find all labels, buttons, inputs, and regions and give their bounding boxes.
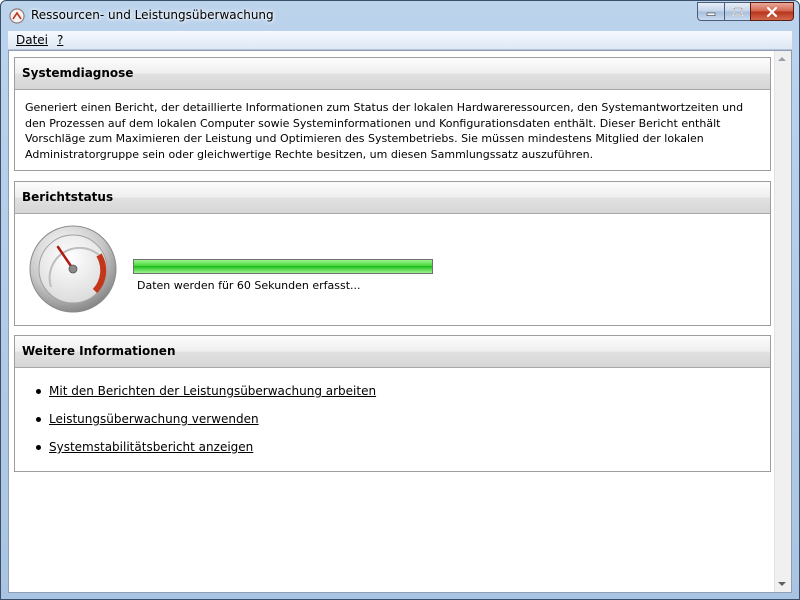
caption-buttons	[697, 2, 794, 21]
bullet	[36, 389, 41, 394]
close-button[interactable]	[750, 2, 794, 21]
report-progress-bar	[133, 259, 433, 274]
list-item: Leistungsüberwachung verwenden	[15, 405, 770, 433]
app-window: Ressourcen- und Leistungsüberwachung Dat…	[0, 0, 800, 600]
report-status-panel: Berichtstatus Daten werden für 60 Sekund…	[14, 181, 771, 326]
menu-file[interactable]: Datei	[16, 33, 48, 47]
report-status-heading: Berichtstatus	[15, 182, 770, 214]
gauge-icon	[29, 225, 117, 313]
more-info-links: Mit den Berichten der Leistungsüberwachu…	[15, 377, 770, 461]
more-info-body: Mit den Berichten der Leistungsüberwachu…	[15, 368, 770, 461]
link-use-performance-monitor[interactable]: Leistungsüberwachung verwenden	[49, 412, 259, 426]
bullet	[36, 445, 41, 450]
more-info-panel: Weitere Informationen Mit den Berichten …	[14, 335, 771, 472]
list-item: Systemstabilitätsbericht anzeigen	[15, 433, 770, 461]
close-icon	[766, 6, 778, 17]
performance-monitor-icon	[9, 8, 25, 24]
minimize-button[interactable]	[697, 2, 724, 21]
maximize-icon	[732, 6, 743, 16]
window-title: Ressourcen- und Leistungsüberwachung	[31, 8, 274, 22]
scroll-down-icon[interactable]	[778, 582, 786, 586]
minimize-icon	[706, 12, 716, 16]
vertical-scrollbar[interactable]	[774, 51, 791, 592]
title-bar[interactable]: Ressourcen- und Leistungsüberwachung	[1, 1, 799, 31]
list-item: Mit den Berichten der Leistungsüberwachu…	[15, 377, 770, 405]
menu-bar: Datei ?	[8, 31, 792, 50]
system-diagnosis-panel: Systemdiagnose Generiert einen Bericht, …	[14, 57, 771, 171]
report-progress-fill	[134, 260, 432, 273]
more-info-heading: Weitere Informationen	[15, 336, 770, 368]
system-diagnosis-heading: Systemdiagnose	[15, 58, 770, 90]
scroll-up-icon[interactable]	[778, 57, 786, 61]
menu-help[interactable]: ?	[57, 33, 63, 47]
maximize-button[interactable]	[724, 2, 750, 21]
link-performance-reports[interactable]: Mit den Berichten der Leistungsüberwachu…	[49, 384, 376, 398]
link-stability-report[interactable]: Systemstabilitätsbericht anzeigen	[49, 440, 253, 454]
bullet	[36, 417, 41, 422]
report-status-text: Daten werden für 60 Sekunden erfasst...	[137, 279, 361, 292]
content-area: Systemdiagnose Generiert einen Bericht, …	[8, 50, 792, 593]
system-diagnosis-body: Generiert einen Bericht, der detailliert…	[15, 90, 770, 162]
system-diagnosis-description: Generiert einen Bericht, der detailliert…	[25, 101, 744, 161]
